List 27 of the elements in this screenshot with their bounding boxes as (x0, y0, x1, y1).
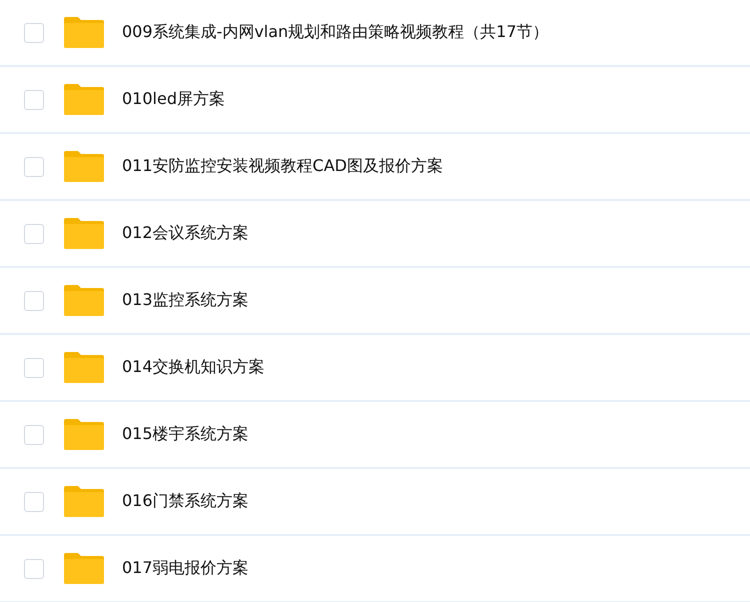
checkbox[interactable] (24, 90, 44, 110)
checkbox[interactable] (24, 558, 44, 578)
checkbox[interactable] (24, 358, 44, 378)
folder-name[interactable]: 015楼宇系统方案 (122, 424, 249, 445)
folder-name[interactable]: 016门禁系统方案 (122, 491, 249, 512)
checkbox[interactable] (24, 22, 44, 42)
folder-icon (64, 17, 104, 48)
folder-icon (64, 84, 104, 115)
checkbox[interactable] (24, 290, 44, 310)
folder-icon (64, 285, 104, 316)
folder-icon (64, 486, 104, 517)
folder-name[interactable]: 014交换机知识方案 (122, 357, 265, 378)
folder-name[interactable]: 011安防监控安装视频教程CAD图及报价方案 (122, 156, 443, 177)
folder-name[interactable]: 012会议系统方案 (122, 223, 249, 244)
folder-name[interactable]: 010led屏方案 (122, 89, 225, 110)
checkbox[interactable] (24, 156, 44, 176)
folder-name[interactable]: 009系统集成-内网vlan规划和路由策略视频教程（共17节） (122, 22, 549, 43)
folder-icon (64, 352, 104, 383)
folder-icon (64, 553, 104, 584)
checkbox[interactable] (24, 224, 44, 244)
folder-icon (64, 218, 104, 249)
checkbox[interactable] (24, 492, 44, 512)
folder-icon (64, 419, 104, 450)
folder-icon (64, 151, 104, 182)
checkbox[interactable] (24, 424, 44, 444)
folder-name[interactable]: 013监控系统方案 (122, 290, 249, 311)
folder-name[interactable]: 017弱电报价方案 (122, 558, 249, 579)
